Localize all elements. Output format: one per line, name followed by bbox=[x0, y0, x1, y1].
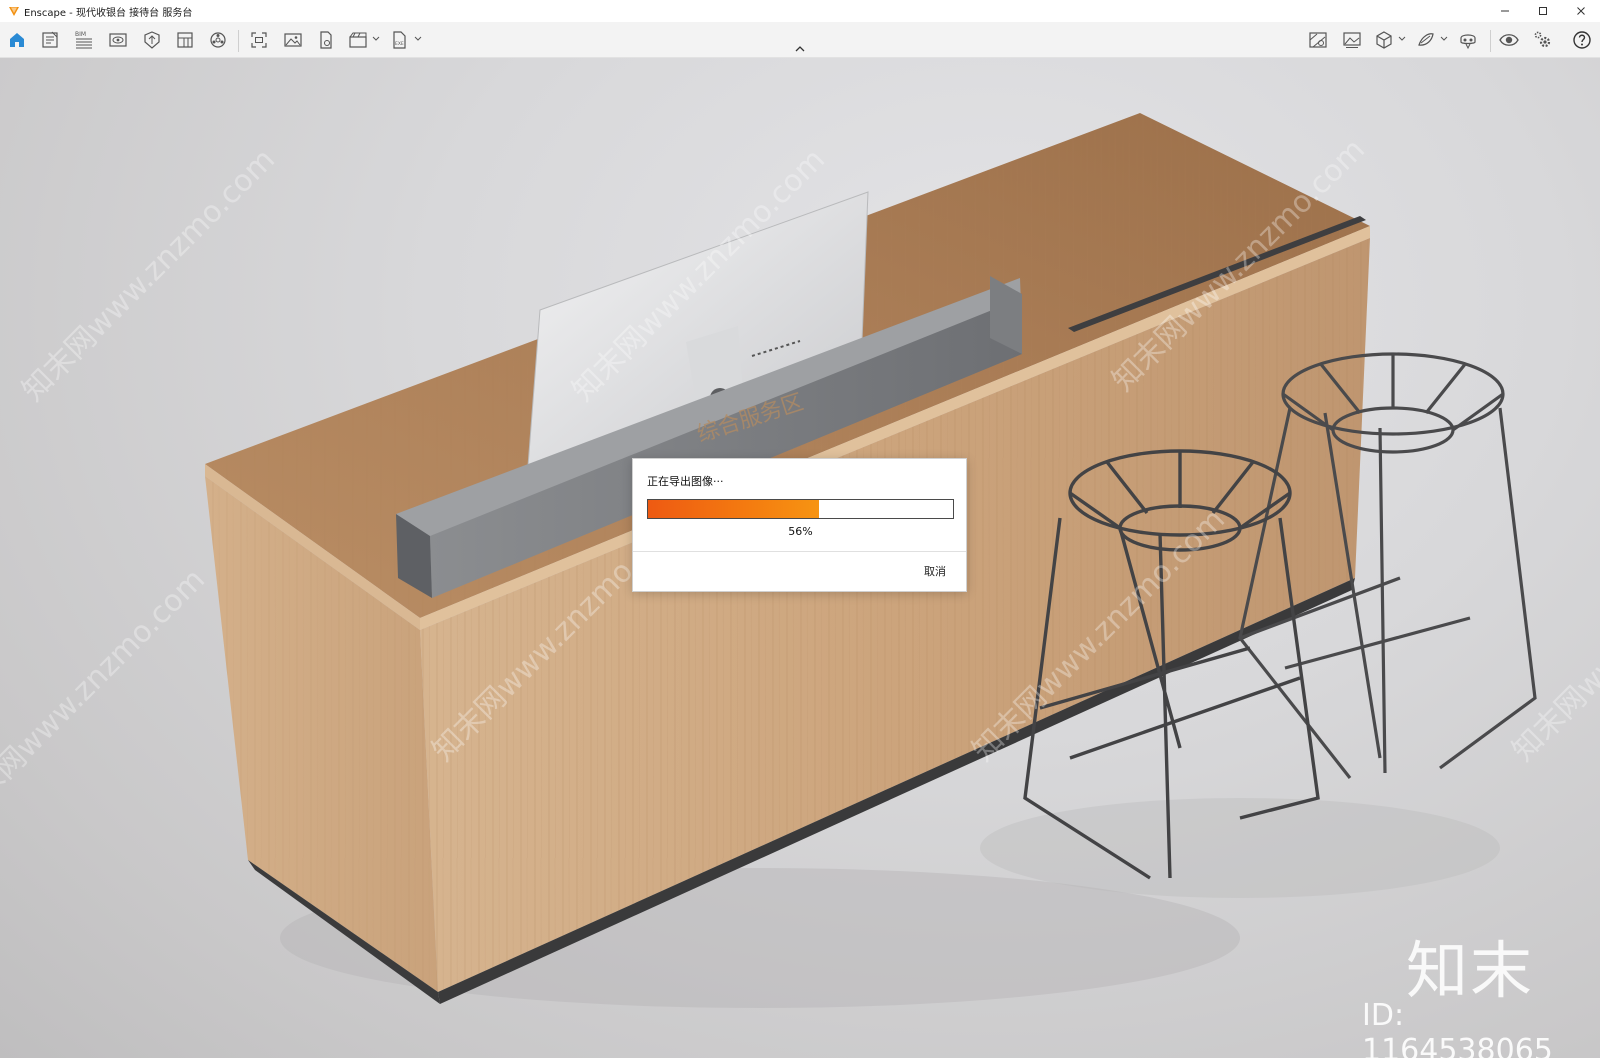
exe-export-chevron-down-icon[interactable] bbox=[414, 35, 422, 43]
svg-text:EXE: EXE bbox=[395, 41, 404, 47]
toolbar-separator bbox=[238, 30, 239, 52]
screenshot-icon[interactable] bbox=[247, 28, 271, 52]
material-editor-icon[interactable] bbox=[173, 28, 197, 52]
window-controls bbox=[1486, 0, 1600, 22]
settings-icon[interactable] bbox=[1531, 28, 1555, 52]
cancel-button[interactable]: 取消 bbox=[920, 562, 950, 580]
brand-logo: 知末 bbox=[1406, 934, 1535, 1007]
site-context-icon[interactable] bbox=[1306, 28, 1330, 52]
dialog-divider bbox=[633, 551, 966, 552]
enscape-logo-icon bbox=[8, 5, 20, 17]
svg-text:BIM: BIM bbox=[75, 31, 86, 38]
home-icon[interactable] bbox=[5, 28, 29, 52]
collaboration-chevron-down-icon[interactable] bbox=[1440, 35, 1448, 43]
export-progress-dialog: 正在导出图像··· 56% 取消 bbox=[632, 458, 967, 592]
asset-library-icon[interactable] bbox=[140, 28, 164, 52]
bim-icon[interactable]: BIM bbox=[72, 28, 96, 52]
window-title: Enscape - 现代收银台 接待台 服务台 bbox=[24, 7, 193, 19]
video-export-chevron-down-icon[interactable] bbox=[372, 35, 380, 43]
cube-view-icon[interactable] bbox=[1372, 28, 1396, 52]
collaboration-icon[interactable] bbox=[1414, 28, 1438, 52]
title-bar: Enscape - 现代收银台 接待台 服务台 bbox=[0, 0, 1600, 22]
atmosphere-icon[interactable] bbox=[206, 28, 230, 52]
toolbar-separator bbox=[1490, 30, 1491, 52]
progress-percent: 56% bbox=[788, 525, 813, 538]
view-icon[interactable] bbox=[106, 28, 130, 52]
visual-settings-icon[interactable] bbox=[1497, 28, 1521, 52]
brand-id: ID: 1164538065 bbox=[1362, 998, 1553, 1058]
collapse-toolbar-chevron-up-icon[interactable] bbox=[793, 44, 807, 54]
progress-bar-fill bbox=[648, 500, 819, 518]
help-icon[interactable] bbox=[1570, 28, 1594, 52]
image-gallery-icon[interactable] bbox=[1340, 28, 1364, 52]
image-export-icon[interactable] bbox=[281, 28, 305, 52]
minimize-icon[interactable] bbox=[1486, 0, 1524, 22]
notes-icon[interactable] bbox=[38, 28, 62, 52]
dialog-title: 正在导出图像··· bbox=[647, 475, 724, 488]
exe-export-icon[interactable]: EXE bbox=[388, 28, 412, 52]
progress-bar bbox=[647, 499, 954, 519]
vr-headset-icon[interactable] bbox=[1456, 28, 1480, 52]
batch-render-icon[interactable] bbox=[314, 28, 338, 52]
close-icon[interactable] bbox=[1562, 0, 1600, 22]
cube-view-chevron-down-icon[interactable] bbox=[1398, 35, 1406, 43]
video-export-icon[interactable] bbox=[347, 28, 371, 52]
maximize-icon[interactable] bbox=[1524, 0, 1562, 22]
